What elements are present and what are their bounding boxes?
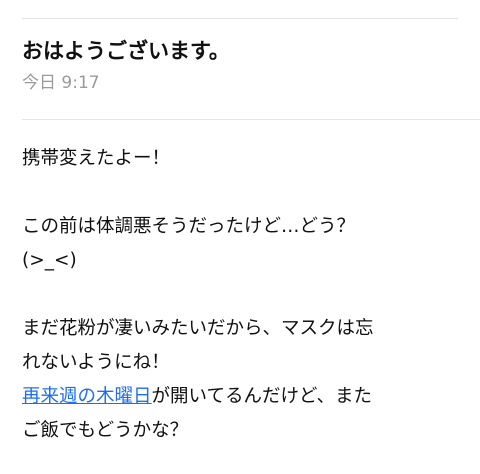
message-header: おはようございます。 今日 9:17 (22, 37, 458, 94)
top-divider (22, 18, 458, 19)
body-paragraph-3-line-1: まだ花粉が凄いみたいだから、マスクは忘 (22, 318, 374, 339)
message-subject: おはようございます。 (22, 39, 230, 63)
body-paragraph-2-line-1: この前は体調悪そうだったけど…どう？ (22, 216, 356, 237)
body-paragraph-1: 携帯変えたよー！ (22, 148, 171, 169)
message-body: 携帯変えたよー！ この前は体調悪そうだったけど…どう？ (>_<) まだ花粉が凄… (22, 142, 462, 448)
body-paragraph-2-line-2: (>_<) (22, 250, 77, 271)
body-paragraph-3-line-2: れないようにね！ (22, 352, 170, 373)
message-timestamp: 今日 9:17 (22, 73, 100, 93)
body-paragraph-3-line-3: 再来週の木曜日が開いてるんだけど、また (22, 380, 462, 414)
body-paragraph-3-line-3-text: が開いてるんだけど、また (151, 386, 373, 407)
date-link[interactable]: 再来週の木曜日 (22, 386, 152, 407)
header-divider (22, 119, 480, 120)
body-paragraph-3-line-4: ご飯でもどうかな？ (22, 420, 189, 441)
